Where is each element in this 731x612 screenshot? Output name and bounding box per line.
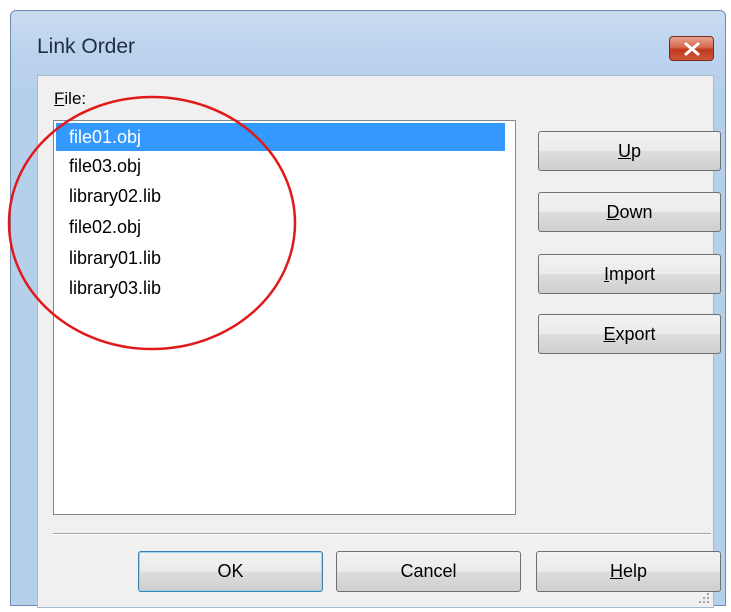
link-order-dialog: Link Order File: file01.obj file03.obj l… (10, 10, 726, 608)
down-button[interactable]: Down (538, 192, 721, 232)
up-button-label: p (630, 140, 641, 161)
up-button-mnemonic: U (617, 140, 631, 161)
export-button[interactable]: Export (538, 314, 721, 354)
list-item-library03[interactable]: library03.lib (56, 274, 505, 302)
ok-button[interactable]: OK (138, 551, 323, 592)
title-bar[interactable]: Link Order (11, 11, 725, 75)
close-icon (684, 42, 699, 55)
up-button[interactable]: Up (538, 131, 721, 171)
list-item-file01[interactable]: file01.obj (56, 123, 505, 151)
file-label-text: ile: (64, 89, 87, 108)
close-button[interactable] (669, 36, 714, 61)
help-button-label: elp (622, 561, 648, 581)
dialog-body: File: file01.obj file03.obj library02.li… (37, 75, 721, 608)
list-item-library01[interactable]: library01.lib (56, 244, 505, 272)
file-listbox[interactable]: file01.obj file03.obj library02.lib file… (53, 120, 516, 515)
import-button[interactable]: Import (538, 254, 721, 294)
help-button[interactable]: Help (536, 551, 721, 592)
separator-line (53, 533, 711, 535)
export-button-mnemonic: E (603, 323, 616, 344)
down-button-label: own (619, 201, 653, 222)
resize-grip-icon[interactable] (696, 590, 710, 604)
list-item-file02[interactable]: file02.obj (56, 213, 505, 241)
export-button-label: xport (615, 323, 656, 344)
list-item-library02[interactable]: library02.lib (56, 182, 505, 210)
file-list-label: File: (54, 89, 86, 109)
list-item-file03[interactable]: file03.obj (56, 152, 505, 180)
cancel-button[interactable]: Cancel (336, 551, 521, 592)
file-label-mnemonic: F (54, 89, 65, 108)
help-button-mnemonic: H (609, 561, 623, 581)
dialog-title: Link Order (37, 35, 136, 58)
down-button-mnemonic: D (606, 201, 620, 222)
import-button-label: mport (609, 263, 656, 284)
